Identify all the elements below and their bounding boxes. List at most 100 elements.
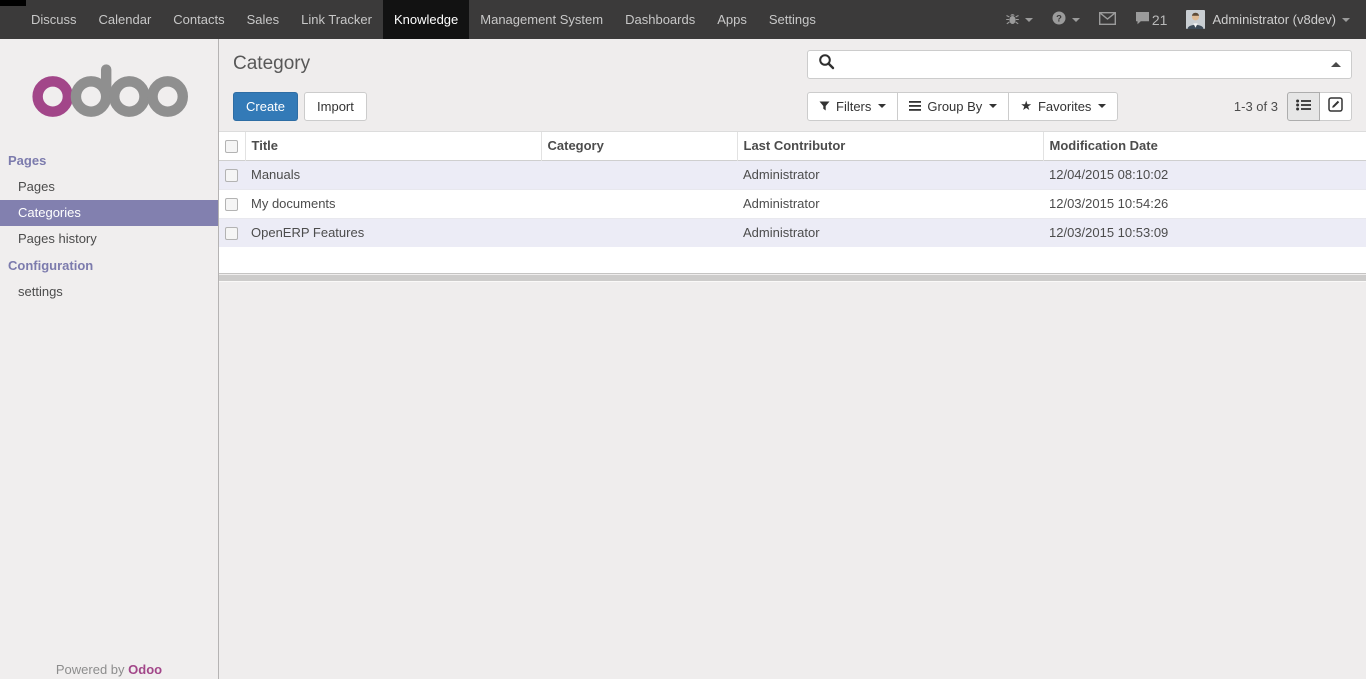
screen-artifact (0, 0, 26, 6)
cell-modification-date[interactable]: 12/03/2015 10:53:09 (1043, 218, 1366, 247)
column-header-title[interactable]: Title (245, 132, 541, 160)
menu-knowledge[interactable]: Knowledge (383, 0, 469, 39)
sidebar-menu: Pages Pages Categories Pages history Con… (0, 147, 218, 305)
user-name-label: Administrator (v8dev) (1212, 12, 1336, 27)
list-view-icon (1296, 99, 1311, 114)
search-bar[interactable] (807, 50, 1352, 79)
cell-last-contributor[interactable]: Administrator (737, 189, 1043, 218)
user-menu[interactable]: Administrator (v8dev) (1186, 10, 1350, 29)
chevron-down-icon (878, 104, 886, 108)
cell-category[interactable] (541, 189, 737, 218)
mail-icon (1099, 12, 1116, 28)
cell-category[interactable] (541, 160, 737, 189)
sidebar-item-pages[interactable]: Pages (0, 174, 218, 200)
select-all-checkbox[interactable] (225, 140, 238, 153)
menu-calendar[interactable]: Calendar (88, 0, 163, 39)
odoo-brand-link[interactable]: Odoo (128, 662, 162, 677)
row-select-cell (219, 160, 245, 189)
cell-modification-date[interactable]: 12/04/2015 08:10:02 (1043, 160, 1366, 189)
conversations-button[interactable]: 21 (1135, 11, 1168, 28)
message-count-badge: 21 (1152, 12, 1168, 28)
sidebar-item-pages-history[interactable]: Pages history (0, 226, 218, 252)
svg-text:?: ? (1056, 13, 1062, 24)
control-row: Create Import Filters (233, 91, 1352, 121)
chevron-down-icon (989, 104, 997, 108)
search-icon (818, 53, 835, 75)
menu-dashboards[interactable]: Dashboards (614, 0, 706, 39)
horizontal-scrollbar[interactable] (219, 275, 1366, 282)
action-buttons: Create Import (233, 92, 367, 121)
row-select-cell (219, 189, 245, 218)
chevron-down-icon (1072, 18, 1080, 22)
list-view: Title Category Last Contributor Modifica… (219, 131, 1366, 274)
group-by-icon (909, 101, 921, 111)
cell-category[interactable] (541, 218, 737, 247)
view-switcher (1287, 92, 1352, 121)
column-header-modification-date[interactable]: Modification Date (1043, 132, 1366, 160)
table-row[interactable]: My documents Administrator 12/03/2015 10… (219, 189, 1366, 218)
chevron-down-icon (1098, 104, 1106, 108)
cell-title[interactable]: OpenERP Features (245, 218, 541, 247)
search-expand-icon[interactable] (1331, 62, 1341, 67)
powered-by-footer: Powered by Odoo (0, 662, 218, 677)
comment-icon (1135, 11, 1150, 28)
help-icon: ? (1052, 11, 1066, 28)
list-view-button[interactable] (1287, 92, 1320, 121)
bug-icon (1006, 12, 1019, 28)
group-by-button[interactable]: Group By (897, 92, 1009, 121)
filter-funnel-icon (819, 101, 830, 112)
avatar (1186, 10, 1205, 29)
debug-menu[interactable] (1006, 12, 1033, 28)
group-by-label: Group By (927, 99, 982, 114)
cell-title[interactable]: Manuals (245, 160, 541, 189)
search-input[interactable] (842, 57, 1331, 72)
filters-button[interactable]: Filters (807, 92, 898, 121)
table-empty-area (219, 247, 1366, 273)
form-view-button[interactable] (1319, 92, 1352, 121)
cell-title[interactable]: My documents (245, 189, 541, 218)
cell-last-contributor[interactable]: Administrator (737, 218, 1043, 247)
row-checkbox[interactable] (225, 227, 238, 240)
sidebar: Pages Pages Categories Pages history Con… (0, 39, 219, 679)
favorites-label: Favorites (1038, 99, 1091, 114)
form-edit-icon (1328, 97, 1343, 115)
menu-apps[interactable]: Apps (706, 0, 758, 39)
filter-button-group: Filters Group By ★ Favorites (807, 92, 1118, 121)
row-checkbox[interactable] (225, 198, 238, 211)
table-row[interactable]: Manuals Administrator 12/04/2015 08:10:0… (219, 160, 1366, 189)
sidebar-item-settings[interactable]: settings (0, 279, 218, 305)
menu-contacts[interactable]: Contacts (162, 0, 235, 39)
menu-management-system[interactable]: Management System (469, 0, 614, 39)
table-header-row: Title Category Last Contributor Modifica… (219, 132, 1366, 160)
pager-and-views: 1-3 of 3 (1234, 92, 1352, 121)
create-button[interactable]: Create (233, 92, 298, 121)
header-row: Category (233, 48, 1352, 80)
select-all-cell (219, 132, 245, 160)
odoo-logo (31, 57, 188, 119)
main-area: Pages Pages Categories Pages history Con… (0, 39, 1366, 679)
favorites-button[interactable]: ★ Favorites (1008, 92, 1118, 121)
menu-discuss[interactable]: Discuss (20, 0, 88, 39)
sidebar-section-configuration: Configuration (0, 252, 218, 279)
chevron-down-icon (1025, 18, 1033, 22)
import-button[interactable]: Import (304, 92, 367, 121)
row-select-cell (219, 218, 245, 247)
table-row[interactable]: OpenERP Features Administrator 12/03/201… (219, 218, 1366, 247)
sidebar-item-categories[interactable]: Categories (0, 200, 218, 226)
column-header-last-contributor[interactable]: Last Contributor (737, 132, 1043, 160)
messages-inbox-button[interactable] (1099, 12, 1116, 28)
powered-by-text: Powered by (56, 662, 125, 677)
menu-sales[interactable]: Sales (236, 0, 291, 39)
cell-last-contributor[interactable]: Administrator (737, 160, 1043, 189)
menu-link-tracker[interactable]: Link Tracker (290, 0, 383, 39)
row-checkbox[interactable] (225, 169, 238, 182)
pagination-label: 1-3 of 3 (1234, 99, 1278, 114)
cell-modification-date[interactable]: 12/03/2015 10:54:26 (1043, 189, 1366, 218)
help-menu[interactable]: ? (1052, 11, 1080, 28)
menu-settings[interactable]: Settings (758, 0, 827, 39)
chevron-down-icon (1342, 18, 1350, 22)
search-controls: Filters Group By ★ Favorites (807, 92, 1352, 121)
filters-label: Filters (836, 99, 871, 114)
column-header-category[interactable]: Category (541, 132, 737, 160)
sidebar-section-pages: Pages (0, 147, 218, 174)
